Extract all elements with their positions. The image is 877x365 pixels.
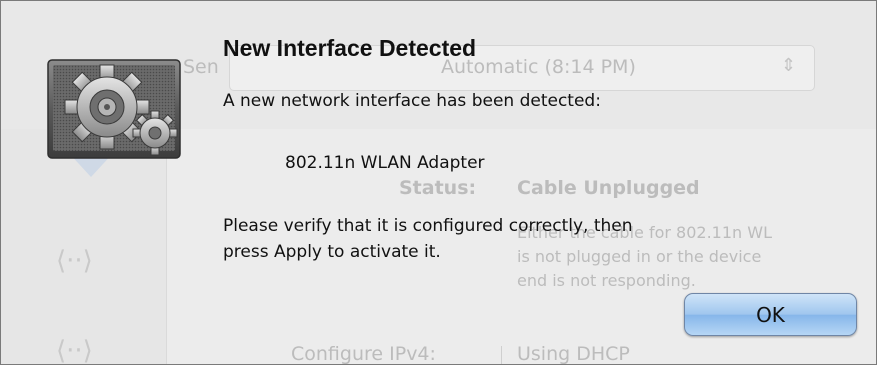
background-popup-label: Sen [183,56,219,78]
chevron-updown-icon: ⇕ [781,55,797,76]
background-status-detail-2: is not plugged in or the device [517,247,762,266]
background-configure-value: Using DHCP [517,343,630,365]
alert-instruction-line-2: press Apply to activate it. [223,242,441,262]
background-status-label: Status: [399,177,477,199]
gears-icon [47,59,181,159]
background-status-detail-3: end is not responding. [517,271,696,290]
alert-instruction-line-1: Please verify that it is configured corr… [223,216,633,236]
ethernet-arrows-icon: ⟨··⟩ [56,246,93,276]
background-divider [501,346,502,364]
ok-button-label: OK [756,302,785,327]
alert-title: New Interface Detected [223,35,477,61]
alert-message: A new network interface has been detecte… [223,91,601,111]
background-status-value: Cable Unplugged [517,177,700,199]
background-configure-label: Configure IPv4: [291,343,436,365]
alert-window: Sen Automatic (8:14 PM) ⇕ ⟨··⟩ ⟨··⟩ Stat… [0,0,877,365]
ok-button[interactable]: OK [684,293,857,336]
interface-name: 802.11n WLAN Adapter [285,153,485,173]
ethernet-arrows-icon-2: ⟨··⟩ [56,336,93,365]
